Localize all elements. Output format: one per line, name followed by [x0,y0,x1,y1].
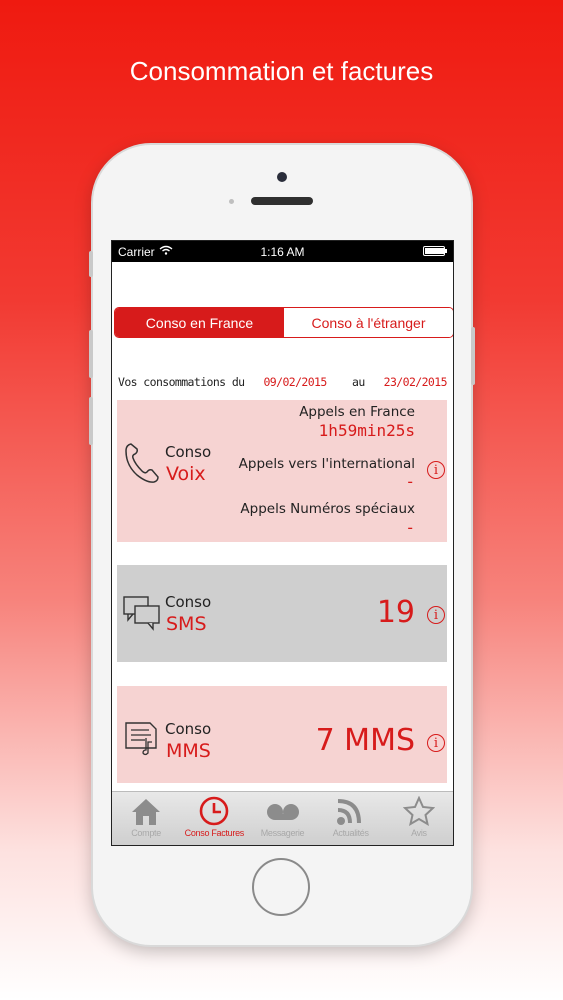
tab-bar: Compte Conso Factures Messagerie Actuali… [112,791,453,845]
voix-row-speciaux-value: - [405,518,415,537]
home-button[interactable] [252,858,310,916]
mms-title: Conso [165,720,212,738]
star-icon [402,796,435,826]
mms-count: 7 MMS [315,723,415,758]
sms-count: 19 [376,595,415,630]
status-bar: Carrier 1:16 AM [112,241,453,262]
voix-row-international-value: - [405,472,415,491]
voix-row-international-label: Appels vers l'international [238,456,415,472]
battery-icon [423,246,447,256]
period-line: Vos consommations du 09/02/2015 au 23/02… [118,375,448,389]
front-camera [277,172,287,182]
tab-avis-label: Avis [411,828,427,838]
tab-actualites[interactable]: Actualités [317,792,385,845]
volume-up-button [89,330,93,378]
rss-icon [336,799,361,825]
tab-messagerie-label: Messagerie [260,828,305,838]
wifi-icon [159,245,173,258]
tab-messagerie[interactable]: Messagerie [248,792,316,845]
tab-conso-factures-label: Conso Factures [184,828,245,838]
voix-info-icon[interactable]: i [427,461,445,479]
tab-conso-factures[interactable]: Conso Factures [180,792,248,845]
proximity-sensor [229,199,234,204]
voix-type: Voix [166,463,206,485]
voix-row-speciaux-label: Appels Numéros spéciaux [240,501,415,517]
tab-avis[interactable]: Avis [385,792,453,845]
sms-bubbles-icon [123,596,160,631]
phone-icon [125,443,159,483]
sms-info-icon[interactable]: i [427,606,445,624]
sms-title: Conso [165,593,212,611]
home-icon [132,799,161,825]
voix-title: Conso [165,443,212,461]
mms-info-icon[interactable]: i [427,734,445,752]
mute-switch [89,251,93,277]
carrier-label: Carrier [118,244,155,259]
clock-icon [199,796,229,826]
conso-voix-card[interactable]: Conso Voix Appels en France 1h59min25s A… [117,400,447,542]
voicemail-icon [266,804,299,820]
sms-type: SMS [166,613,207,635]
phone-frame: Carrier 1:16 AM Conso en France Conso à … [89,145,475,945]
tab-actualites-label: Actualités [332,828,369,838]
period-middle: au [352,375,365,389]
period-start-date: 09/02/2015 [263,375,327,389]
conso-sms-card[interactable]: Conso SMS 19 i [117,565,447,662]
period-prefix: Vos consommations du [118,375,245,389]
mms-document-icon [125,722,157,756]
tab-compte-label: Compte [131,828,161,838]
app-screen: Carrier 1:16 AM Conso en France Conso à … [111,240,454,846]
tab-compte[interactable]: Compte [112,792,180,845]
voix-row-france-label: Appels en France [299,404,415,420]
power-button [471,327,475,385]
voix-row-france-value: 1h59min25s [318,421,415,440]
conso-segmented-control: Conso en France Conso à l'étranger [114,307,453,338]
segment-conso-france[interactable]: Conso en France [115,308,284,337]
mms-type: MMS [166,740,211,762]
headline: Consommation et factures [129,56,434,86]
volume-down-button [89,397,93,445]
segment-conso-etranger[interactable]: Conso à l'étranger [284,308,453,337]
period-end-date: 23/02/2015 [383,375,448,389]
earpiece-speaker [251,197,313,205]
conso-mms-card[interactable]: Conso MMS 7 MMS i [117,686,447,783]
